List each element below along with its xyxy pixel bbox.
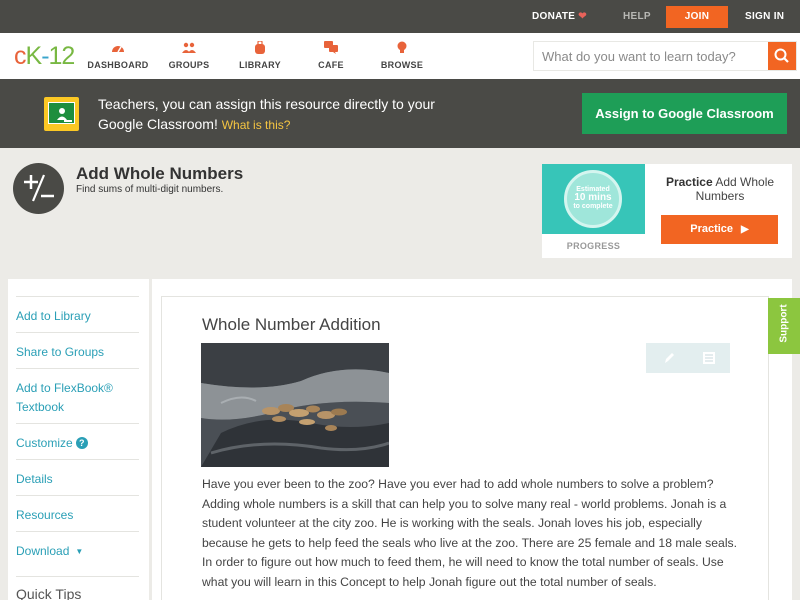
sidebar-download[interactable]: Download ▼: [16, 531, 139, 561]
search-box: [533, 41, 797, 71]
nav-cafe[interactable]: CAFE: [296, 41, 366, 70]
progress-label: PROGRESS: [566, 241, 621, 251]
main-content: Whole Number Addition Have you ever been…: [152, 279, 792, 600]
nav-groups[interactable]: GROUPS: [154, 41, 224, 70]
pencil-icon[interactable]: [662, 351, 676, 365]
nav-dashboard[interactable]: DASHBOARD: [83, 41, 153, 70]
sidebar: Add to Library Share to Groups Add to Fl…: [8, 279, 149, 600]
google-classroom-icon: [44, 97, 79, 131]
practice-card: Estimated 10 mins to complete PROGRESS Pra…: [542, 164, 792, 258]
chat-icon: [324, 41, 338, 54]
support-tab[interactable]: Support: [768, 298, 800, 354]
backpack-icon: [255, 41, 265, 54]
estimated-time-badge: Estimated 10 mins to complete: [564, 170, 622, 228]
seals-photo: [201, 343, 389, 467]
search-input[interactable]: [534, 42, 770, 70]
lesson-title: Whole Number Addition: [202, 315, 381, 334]
lesson-body-text: Have you ever been to the zoo? Have you …: [202, 477, 738, 589]
help-link[interactable]: HELP: [623, 0, 651, 33]
sidebar-details[interactable]: Details: [16, 459, 139, 489]
lesson-card: Whole Number Addition Have you ever been…: [161, 296, 769, 600]
nav-library[interactable]: LIBRARY: [225, 41, 295, 70]
assign-google-classroom-button[interactable]: Assign to Google Classroom: [582, 93, 787, 134]
sidebar-share-to-groups[interactable]: Share to Groups: [16, 332, 139, 362]
practice-button[interactable]: Practice ▶: [661, 215, 778, 244]
concept-title: Add Whole Numbers: [76, 164, 244, 183]
sign-in-link[interactable]: SIGN IN: [745, 0, 784, 33]
heart-icon: ❤: [578, 11, 587, 22]
classroom-banner-text: Teachers, you can assign this resource d…: [98, 96, 435, 132]
practice-progress-art: Estimated 10 mins to complete: [542, 164, 645, 234]
notes-icon[interactable]: [702, 351, 716, 365]
quick-tips-heading: Quick Tips: [16, 576, 139, 600]
nav-browse[interactable]: BROWSE: [367, 41, 437, 70]
practice-title: Practice Add Whole Numbers: [665, 175, 775, 203]
concept-subtitle: Find sums of multi-digit numbers.: [76, 184, 224, 195]
search-icon: [774, 48, 789, 63]
top-bar: DONATE ❤ HELP JOIN SIGN IN: [0, 0, 800, 33]
lightbulb-icon: [397, 41, 407, 53]
nav-bar: cK-12 DASHBOARD GROUPS LIBRARY CAFE BROW…: [0, 33, 800, 79]
classroom-banner: Teachers, you can assign this resource d…: [0, 79, 800, 148]
help-question-icon[interactable]: ?: [75, 437, 88, 449]
annotation-tools: [646, 343, 730, 373]
sidebar-add-to-library[interactable]: Add to Library: [16, 296, 139, 326]
sidebar-resources[interactable]: Resources: [16, 495, 139, 525]
ck12-logo[interactable]: cK-12: [14, 42, 75, 71]
donate-link[interactable]: DONATE ❤: [532, 0, 587, 33]
chevron-right-icon: ▶: [741, 224, 749, 235]
caret-down-icon: ▼: [75, 547, 84, 556]
gauge-icon: [112, 46, 124, 53]
sidebar-add-to-flexbook[interactable]: Add to FlexBook® Textbook: [16, 368, 139, 417]
what-is-this-link[interactable]: What is this?: [222, 118, 291, 132]
people-icon: [182, 42, 196, 53]
sidebar-customize[interactable]: Customize?: [16, 423, 139, 453]
plus-minus-icon: [13, 163, 64, 214]
search-button[interactable]: [768, 42, 796, 70]
join-button[interactable]: JOIN: [666, 6, 728, 28]
